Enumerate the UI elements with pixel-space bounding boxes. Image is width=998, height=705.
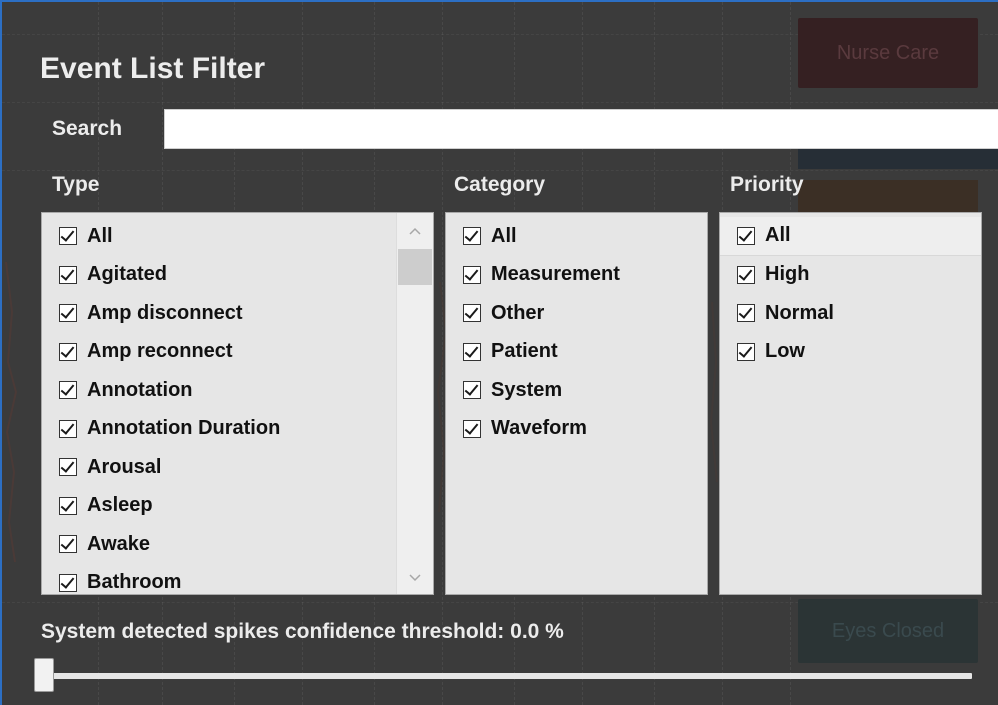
- type-heading: Type: [52, 173, 100, 196]
- priority-item-all[interactable]: All: [720, 217, 981, 256]
- category-item-all[interactable]: All: [446, 217, 707, 256]
- threshold-slider-thumb[interactable]: [34, 658, 54, 692]
- priority-item-low[interactable]: Low: [720, 333, 981, 372]
- category-item-label: Waveform: [491, 417, 587, 440]
- checkbox-checked[interactable]: [737, 265, 755, 284]
- type-item-arousal[interactable]: Arousal: [42, 448, 397, 487]
- category-item-waveform[interactable]: Waveform: [446, 410, 707, 449]
- type-item-annotation[interactable]: Annotation: [42, 371, 397, 410]
- type-item-label: Asleep: [87, 494, 153, 517]
- checkbox-checked[interactable]: [59, 496, 77, 515]
- category-item-system[interactable]: System: [446, 371, 707, 410]
- checkbox-checked[interactable]: [463, 227, 481, 246]
- category-item-label: Other: [491, 301, 545, 324]
- type-item-asleep[interactable]: Asleep: [42, 487, 397, 526]
- type-item-label: All: [87, 224, 113, 247]
- type-item-amp-disconnect[interactable]: Amp disconnect: [42, 294, 397, 333]
- search-input[interactable]: [164, 109, 998, 149]
- type-listbox[interactable]: All Agitated Amp disconnect Amp reconnec…: [41, 212, 434, 595]
- checkbox-checked[interactable]: [463, 304, 481, 323]
- priority-item-normal[interactable]: Normal: [720, 294, 981, 333]
- type-item-label: Bathroom: [87, 571, 182, 594]
- background-waveform: [5, 261, 18, 563]
- type-item-label: Amp reconnect: [87, 340, 233, 363]
- nurse-care-background-button: Nurse Care: [798, 18, 978, 88]
- type-item-bathroom[interactable]: Bathroom: [42, 564, 397, 595]
- checkbox-checked[interactable]: [59, 535, 77, 554]
- eyes-closed-background-button: Eyes Closed: [798, 599, 978, 663]
- checkbox-checked[interactable]: [59, 342, 77, 361]
- type-item-annotation-duration[interactable]: Annotation Duration: [42, 410, 397, 449]
- type-item-label: Awake: [87, 532, 151, 555]
- priority-item-label: Low: [765, 340, 805, 363]
- type-item-label: Annotation: [87, 378, 193, 401]
- type-item-label: Annotation Duration: [87, 417, 281, 440]
- checkbox-checked[interactable]: [59, 227, 77, 246]
- background-gridline: [2, 170, 998, 171]
- type-item-label: Arousal: [87, 455, 162, 478]
- priority-item-label: Normal: [765, 301, 834, 324]
- threshold-label: System detected spikes confidence thresh…: [41, 620, 564, 643]
- type-item-label: Agitated: [87, 263, 167, 286]
- category-item-other[interactable]: Other: [446, 294, 707, 333]
- type-item-amp-reconnect[interactable]: Amp reconnect: [42, 333, 397, 372]
- checkbox-checked[interactable]: [737, 304, 755, 323]
- background-panel-strip: [798, 180, 978, 216]
- background-gridline: [2, 102, 998, 103]
- category-item-label: Measurement: [491, 263, 620, 286]
- checkbox-checked[interactable]: [59, 265, 77, 284]
- checkbox-checked[interactable]: [59, 304, 77, 323]
- search-label: Search: [52, 117, 123, 140]
- checkbox-checked[interactable]: [737, 226, 755, 245]
- category-listbox[interactable]: All Measurement Other Patient System Wav…: [445, 212, 708, 595]
- dialog-title: Event List Filter: [40, 52, 266, 85]
- checkbox-checked[interactable]: [59, 381, 77, 400]
- chevron-up-icon[interactable]: [397, 217, 433, 247]
- chevron-down-icon[interactable]: [397, 564, 433, 594]
- category-item-label: All: [491, 224, 517, 247]
- category-item-label: System: [491, 378, 563, 401]
- checkbox-checked[interactable]: [59, 573, 77, 592]
- type-list-scrollbar[interactable]: [396, 213, 433, 594]
- type-item-awake[interactable]: Awake: [42, 525, 397, 564]
- checkbox-checked[interactable]: [59, 458, 77, 477]
- checkbox-checked[interactable]: [463, 419, 481, 438]
- type-item-label: Amp disconnect: [87, 301, 243, 324]
- event-list-filter-dialog: Nurse Care Eyes Closed Event List Filter…: [0, 0, 998, 705]
- type-item-agitated[interactable]: Agitated: [42, 256, 397, 295]
- priority-item-label: All: [765, 224, 791, 247]
- category-item-label: Patient: [491, 340, 558, 363]
- category-item-patient[interactable]: Patient: [446, 333, 707, 372]
- checkbox-checked[interactable]: [463, 342, 481, 361]
- threshold-slider-track[interactable]: [44, 673, 972, 679]
- checkbox-checked[interactable]: [737, 342, 755, 361]
- category-item-measurement[interactable]: Measurement: [446, 256, 707, 295]
- checkbox-checked[interactable]: [463, 381, 481, 400]
- category-heading: Category: [454, 173, 546, 196]
- priority-item-label: High: [765, 263, 810, 286]
- priority-heading: Priority: [730, 173, 804, 196]
- scroll-thumb[interactable]: [398, 249, 432, 285]
- priority-listbox[interactable]: All High Normal Low: [719, 212, 982, 595]
- checkbox-checked[interactable]: [463, 265, 481, 284]
- background-panel-strip: [798, 147, 998, 169]
- priority-item-high[interactable]: High: [720, 256, 981, 295]
- checkbox-checked[interactable]: [59, 419, 77, 438]
- type-item-all[interactable]: All: [42, 217, 397, 256]
